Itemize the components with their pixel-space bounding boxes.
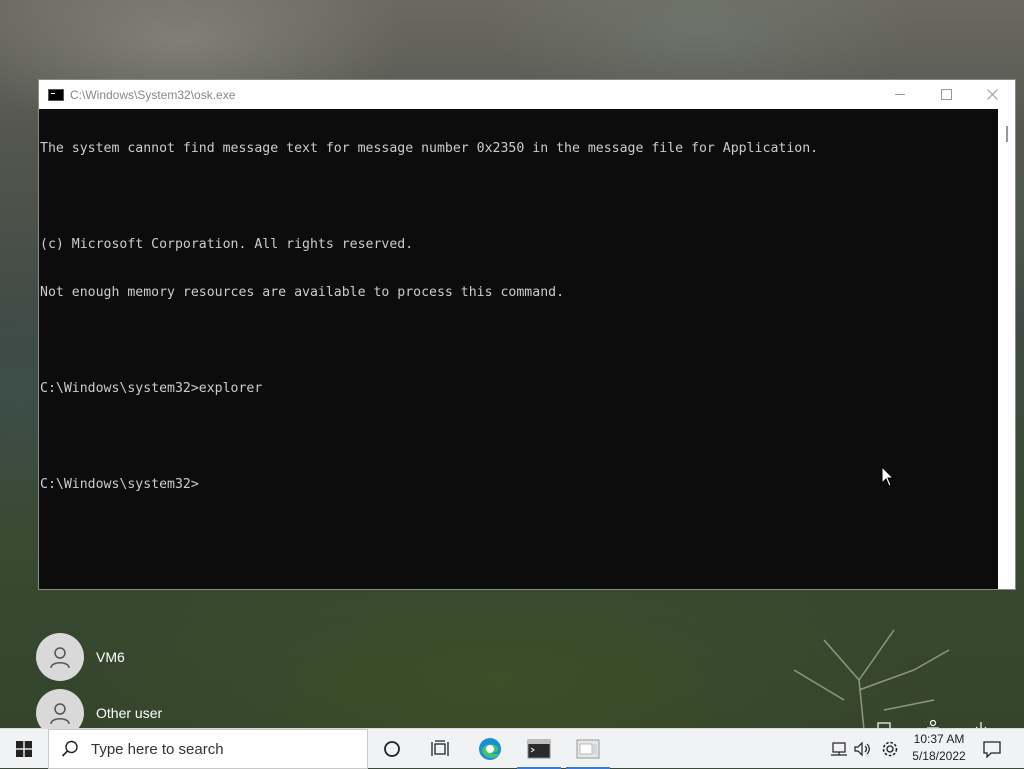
osk-button[interactable]: [564, 729, 612, 769]
console-icon: [48, 88, 64, 101]
power-icon[interactable]: [972, 716, 990, 728]
network-tray-button[interactable]: [828, 729, 850, 769]
maximize-button[interactable]: [923, 80, 969, 109]
clock-time: 10:37 AM: [913, 732, 965, 746]
volume-tray-button[interactable]: [852, 729, 874, 769]
search-placeholder: Type here to search: [91, 740, 224, 758]
mouse-cursor-icon: [881, 466, 895, 487]
scroll-thumb[interactable]: [1006, 126, 1008, 142]
taskbar: Type here to search 10:37 AM 5/18/2022: [0, 728, 1024, 769]
osk-icon: [576, 739, 600, 759]
console-output[interactable]: The system cannot find message text for …: [39, 109, 999, 589]
user-name: VM6: [96, 649, 125, 665]
window-titlebar[interactable]: C:\Windows\System32\osk.exe: [39, 80, 1015, 109]
windows-logo-icon: [16, 741, 32, 757]
avatar: [36, 633, 84, 681]
close-button[interactable]: [969, 80, 1015, 109]
settings-tray-button[interactable]: [879, 729, 901, 769]
user-icon: [50, 703, 70, 725]
console-line: Not enough memory resources are availabl…: [40, 285, 565, 300]
accessibility-icon[interactable]: [924, 716, 942, 728]
notifications-button[interactable]: [978, 729, 1006, 769]
console-prompt-line: C:\Windows\system32>: [40, 477, 199, 492]
window-title: C:\Windows\System32\osk.exe: [70, 87, 236, 102]
clock[interactable]: 10:37 AM 5/18/2022: [904, 731, 974, 767]
clock-date: 5/18/2022: [912, 749, 966, 763]
search-box[interactable]: Type here to search: [48, 729, 368, 769]
edge-button[interactable]: [466, 729, 514, 769]
user-tile-vm6[interactable]: VM6: [30, 629, 270, 685]
start-button[interactable]: [0, 729, 48, 769]
command-prompt-icon: [527, 739, 551, 759]
network-icon: [831, 742, 847, 756]
minimize-button[interactable]: [877, 80, 923, 109]
settings-icon: [882, 741, 898, 757]
notifications-icon: [983, 741, 1001, 758]
network-icon[interactable]: [876, 716, 894, 728]
cortana-button[interactable]: [368, 729, 416, 769]
console-line: (c) Microsoft Corporation. All rights re…: [40, 237, 414, 252]
console-window[interactable]: C:\Windows\System32\osk.exe The system c…: [38, 79, 1016, 590]
task-view-icon: [431, 740, 449, 756]
close-icon: [986, 89, 998, 100]
task-view-button[interactable]: [416, 729, 464, 769]
tree-branches: [793, 629, 950, 730]
console-line: C:\Windows\system32>explorer: [40, 381, 263, 396]
command-prompt-button[interactable]: [515, 729, 563, 769]
console-line: The system cannot find message text for …: [40, 141, 819, 156]
search-icon: [61, 740, 78, 757]
cortana-icon: [384, 741, 400, 757]
volume-icon: [854, 741, 870, 757]
user-icon: [50, 647, 70, 669]
vertical-scrollbar[interactable]: [998, 109, 1015, 589]
edge-icon: [479, 738, 501, 760]
user-name: Other user: [96, 705, 163, 721]
